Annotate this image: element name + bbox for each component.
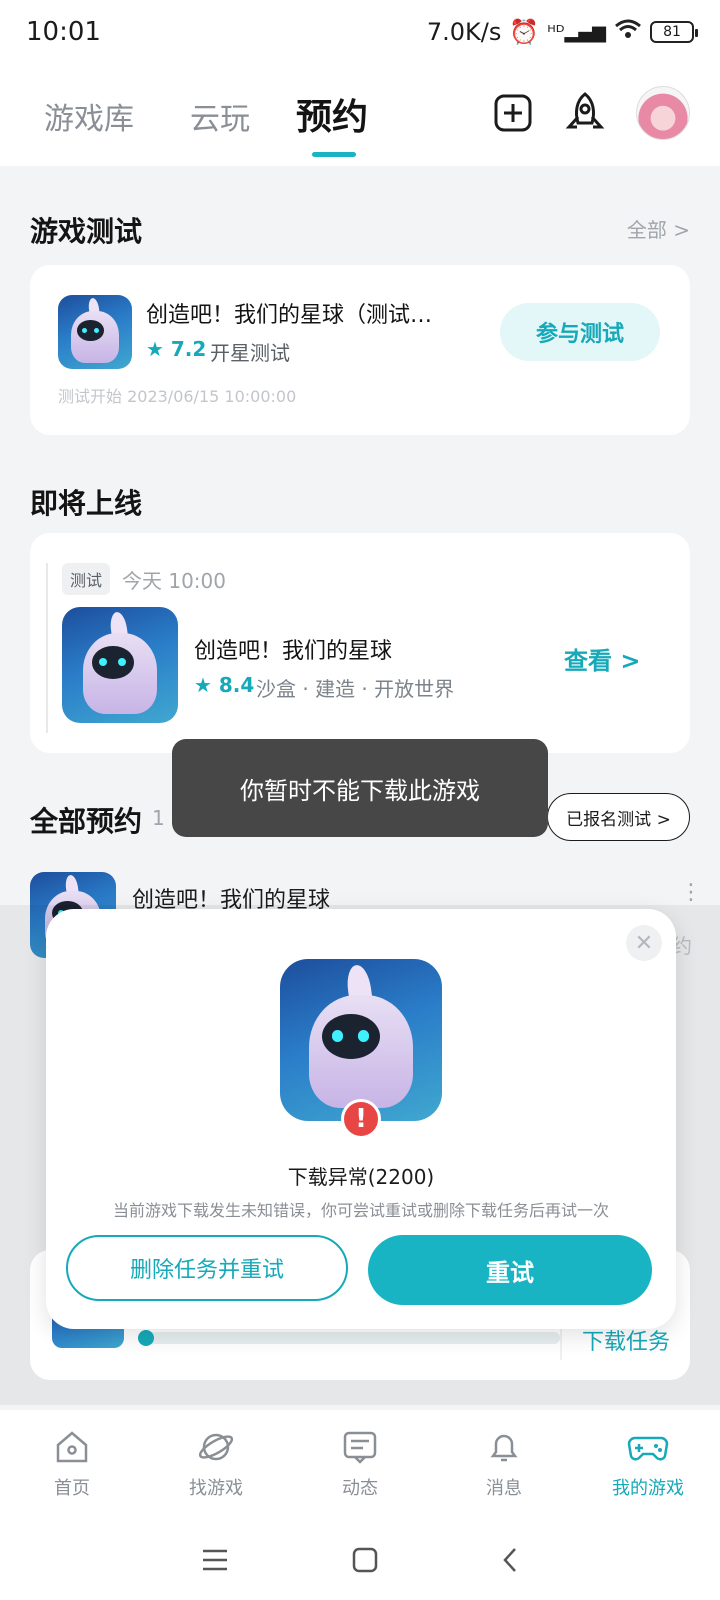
game-test-more-link[interactable]: 全部 > xyxy=(627,214,690,243)
menu-icon[interactable] xyxy=(200,1547,230,1573)
rocket-icon[interactable] xyxy=(562,90,608,136)
avatar[interactable] xyxy=(636,86,690,140)
game-test-status: 开星测试 xyxy=(210,341,290,365)
dialog-title: 下载异常(2200) xyxy=(287,1165,435,1189)
dialog-description: 当前游戏下载发生未知错误，你可尝试重试或删除下载任务后再试一次 xyxy=(112,1201,609,1220)
game-icon xyxy=(280,959,442,1121)
game-test-card[interactable]: 创造吧！我们的星球（测试… ★ 7.2 开星测试 测试开始 2023/06/15… xyxy=(30,265,690,435)
download-error-dialog: ✕ ! 下载异常(2200) 当前游戏下载发生未知错误，你可尝试重试或删除下载任… xyxy=(46,909,676,1329)
tab-cloud-play[interactable]: 云玩 xyxy=(190,94,250,138)
delete-and-retry-button[interactable]: 删除任务并重试 xyxy=(66,1235,348,1301)
game-tags: 沙盒 · 建造 · 开放世界 xyxy=(256,677,455,701)
alarm-icon: ⏰ xyxy=(509,18,540,46)
tab-reservation[interactable]: 预约 xyxy=(296,88,368,140)
test-start-time: 测试开始 2023/06/15 10:00:00 xyxy=(58,387,297,406)
timeline-line xyxy=(46,563,48,733)
all-reservations-title: 全部预约 xyxy=(30,805,143,838)
retry-button[interactable]: 重试 xyxy=(368,1235,652,1305)
nav-item-home[interactable]: 首页 xyxy=(0,1410,144,1520)
bottom-nav: 首页 找游戏 动态 消息 我的游戏 xyxy=(0,1410,720,1520)
wifi-icon xyxy=(614,18,642,46)
game-title: 创造吧！我们的星球 xyxy=(194,639,393,664)
warning-icon: ! xyxy=(341,1099,381,1139)
toast-message: 你暂时不能下载此游戏 xyxy=(172,739,548,837)
more-icon[interactable]: ⋮ xyxy=(680,880,702,905)
game-icon xyxy=(58,295,132,369)
status-bar: 10:01 7.0K/s ⏰ ᴴᴰ▂▄▆ 81 xyxy=(0,0,720,64)
nav-item-feed[interactable]: 动态 xyxy=(288,1410,432,1520)
battery-icon: 81 xyxy=(650,21,698,43)
network-speed: 7.0K/s xyxy=(426,18,502,46)
join-test-button[interactable]: 参与测试 xyxy=(500,303,660,361)
nav-label-my-games: 我的游戏 xyxy=(612,1478,684,1499)
download-progress-track xyxy=(140,1332,560,1344)
tab-indicator xyxy=(312,152,356,157)
game-rating: ★ 7.2 xyxy=(146,337,207,361)
nav-item-my-games[interactable]: 我的游戏 xyxy=(576,1410,720,1520)
tab-game-library[interactable]: 游戏库 xyxy=(44,94,134,138)
status-time: 10:01 xyxy=(26,17,101,47)
add-square-icon[interactable] xyxy=(490,90,536,136)
nav-label-messages: 消息 xyxy=(486,1478,522,1499)
nav-item-messages[interactable]: 消息 xyxy=(432,1410,576,1520)
view-button[interactable]: 查看 > xyxy=(564,641,640,676)
back-icon[interactable] xyxy=(500,1546,520,1574)
top-nav: 游戏库 云玩 预约 xyxy=(0,64,720,166)
message-card-icon xyxy=(343,1431,377,1464)
nav-label-find-games: 找游戏 xyxy=(189,1478,243,1499)
hd-signal-icon: ᴴᴰ▂▄▆ xyxy=(547,21,606,43)
system-nav-bar xyxy=(0,1520,720,1600)
upcoming-card[interactable]: 测试 今天 10:00 创造吧！我们的星球 ★ 8.4 沙盒 · 建造 · 开放… xyxy=(30,533,690,753)
status-right: 7.0K/s ⏰ ᴴᴰ▂▄▆ 81 xyxy=(426,18,698,46)
nav-item-find-games[interactable]: 找游戏 xyxy=(144,1410,288,1520)
home-icon xyxy=(56,1431,88,1463)
game-test-title: 游戏测试 xyxy=(30,215,143,248)
registered-test-filter[interactable]: 已报名测试 > xyxy=(547,793,690,841)
planet-icon xyxy=(198,1433,234,1461)
bell-icon xyxy=(490,1434,518,1462)
nav-label-home: 首页 xyxy=(54,1478,90,1499)
close-icon[interactable]: ✕ xyxy=(626,925,662,961)
home-square-icon[interactable] xyxy=(351,1546,379,1574)
game-title: 创造吧！我们的星球（测试… xyxy=(146,303,433,328)
upcoming-time: 今天 10:00 xyxy=(122,569,226,593)
upcoming-title: 即将上线 xyxy=(30,487,143,520)
test-badge: 测试 xyxy=(62,563,111,595)
gamepad-icon xyxy=(627,1436,669,1461)
download-progress-fill xyxy=(138,1330,154,1346)
game-icon xyxy=(62,607,178,723)
reservation-count: 1 xyxy=(152,806,165,830)
game-rating: ★ 8.4 xyxy=(194,673,255,697)
nav-label-feed: 动态 xyxy=(342,1478,378,1499)
